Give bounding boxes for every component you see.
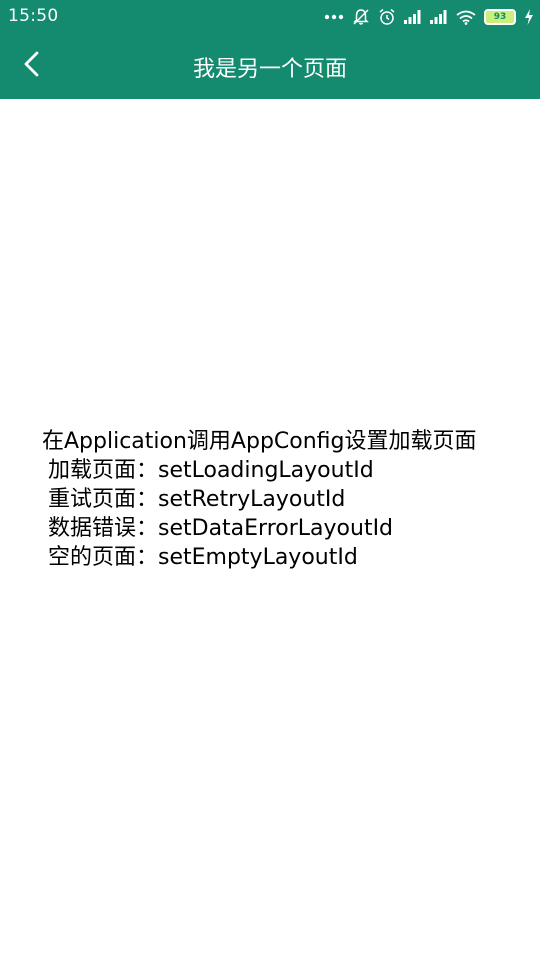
mute-icon [352, 8, 370, 26]
empty-layout-line: 空的页面：setEmptyLayoutId [48, 545, 358, 570]
loading-layout-line: 加载页面：setLoadingLayoutId [48, 458, 374, 483]
data-error-layout-line: 数据错误：setDataErrorLayoutId [48, 516, 394, 541]
signal-icon [404, 10, 422, 24]
status-time: 15:50 [8, 6, 59, 26]
status-icons: 93 [324, 6, 534, 28]
more-dots-icon [324, 13, 344, 21]
page-title: 我是另一个页面 [192, 56, 347, 82]
battery-icon: 93 [484, 9, 516, 25]
toolbar: 我是另一个页面 [0, 34, 540, 99]
main-content: 在Application调用AppConfig设置加载页面 加载页面：setLo… [42, 427, 492, 572]
retry-layout-line: 重试页面：setRetryLayoutId [48, 487, 346, 512]
charging-icon [524, 9, 534, 25]
intro-text: 在Application调用AppConfig设置加载页面 [42, 429, 477, 454]
status-bar: 15:50 93 [0, 0, 540, 34]
signal-icon [430, 10, 448, 24]
back-button[interactable] [8, 42, 56, 90]
alarm-icon [378, 8, 396, 26]
wifi-icon [456, 10, 476, 25]
back-arrow-icon [20, 50, 44, 82]
